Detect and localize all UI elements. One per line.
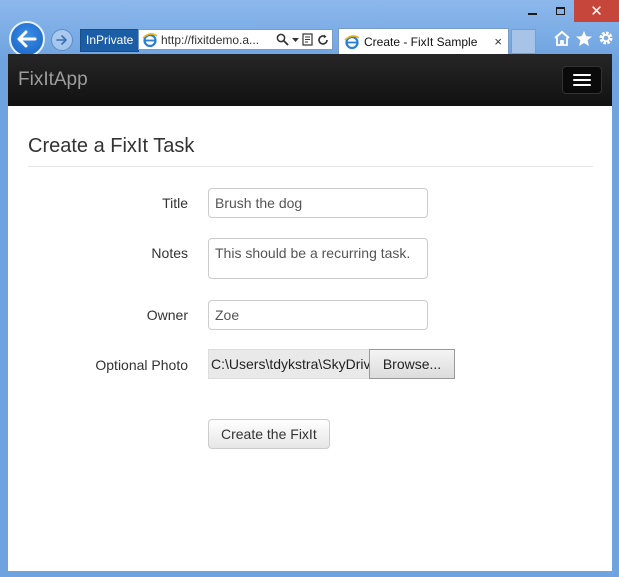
- new-tab-button[interactable]: [511, 29, 536, 54]
- ie-logo-icon: [142, 32, 158, 47]
- arrow-left-icon: [17, 30, 37, 48]
- page-viewport: FixItApp Create a FixIt Task Title Notes…: [8, 54, 612, 571]
- owner-label: Owner: [146, 307, 188, 323]
- maximize-icon: [555, 7, 565, 15]
- browser-window: ✕ InPrivate http://fixitdemo.a... Create…: [0, 0, 619, 577]
- gear-icon[interactable]: [597, 29, 615, 47]
- refresh-icon[interactable]: [317, 34, 329, 46]
- page-title: Create a FixIt Task: [28, 135, 593, 167]
- photo-label: Optional Photo: [95, 357, 188, 373]
- home-icon[interactable]: [553, 30, 571, 47]
- forward-button[interactable]: [51, 29, 73, 51]
- minimize-button[interactable]: [518, 0, 546, 22]
- search-icon[interactable]: [276, 33, 289, 46]
- maximize-button[interactable]: [546, 0, 574, 22]
- ie-logo-icon: [344, 34, 360, 49]
- tab-title: Create - FixIt Sample: [364, 34, 478, 49]
- hamburger-icon: [573, 74, 591, 76]
- notes-textarea[interactable]: This should be a recurring task.: [208, 238, 428, 279]
- brand-link[interactable]: FixItApp: [18, 69, 88, 91]
- navbar: FixItApp: [8, 54, 612, 106]
- address-bar[interactable]: http://fixitdemo.a...: [138, 29, 333, 50]
- menu-toggle-button[interactable]: [562, 66, 602, 94]
- browse-button[interactable]: Browse...: [369, 349, 455, 379]
- photo-file-path[interactable]: C:\Users\tdykstra\SkyDriv: [208, 349, 370, 379]
- create-fixit-button[interactable]: Create the FixIt: [208, 419, 330, 449]
- address-url[interactable]: http://fixitdemo.a...: [161, 33, 261, 47]
- dropdown-arrow-icon[interactable]: [292, 37, 299, 43]
- arrow-right-icon: [56, 35, 67, 45]
- hamburger-icon: [573, 79, 591, 81]
- notes-label: Notes: [151, 245, 188, 261]
- title-input[interactable]: [208, 188, 428, 218]
- compatibility-view-icon[interactable]: [302, 33, 314, 46]
- minimize-icon: [527, 13, 537, 15]
- window-controls: ✕: [518, 0, 619, 22]
- toolbar-icons: [553, 29, 615, 47]
- close-window-button[interactable]: ✕: [574, 0, 619, 22]
- favorites-star-icon[interactable]: [575, 30, 593, 47]
- hamburger-icon: [573, 84, 591, 86]
- inprivate-badge[interactable]: InPrivate: [80, 29, 140, 52]
- close-icon: ✕: [590, 2, 603, 20]
- back-button[interactable]: [9, 21, 45, 57]
- owner-input[interactable]: [208, 300, 428, 330]
- tab-create-fixit[interactable]: Create - FixIt Sample ×: [338, 28, 509, 54]
- main-container: Create a FixIt Task: [8, 135, 612, 167]
- tab-close-icon[interactable]: ×: [494, 34, 502, 49]
- title-label: Title: [162, 195, 188, 211]
